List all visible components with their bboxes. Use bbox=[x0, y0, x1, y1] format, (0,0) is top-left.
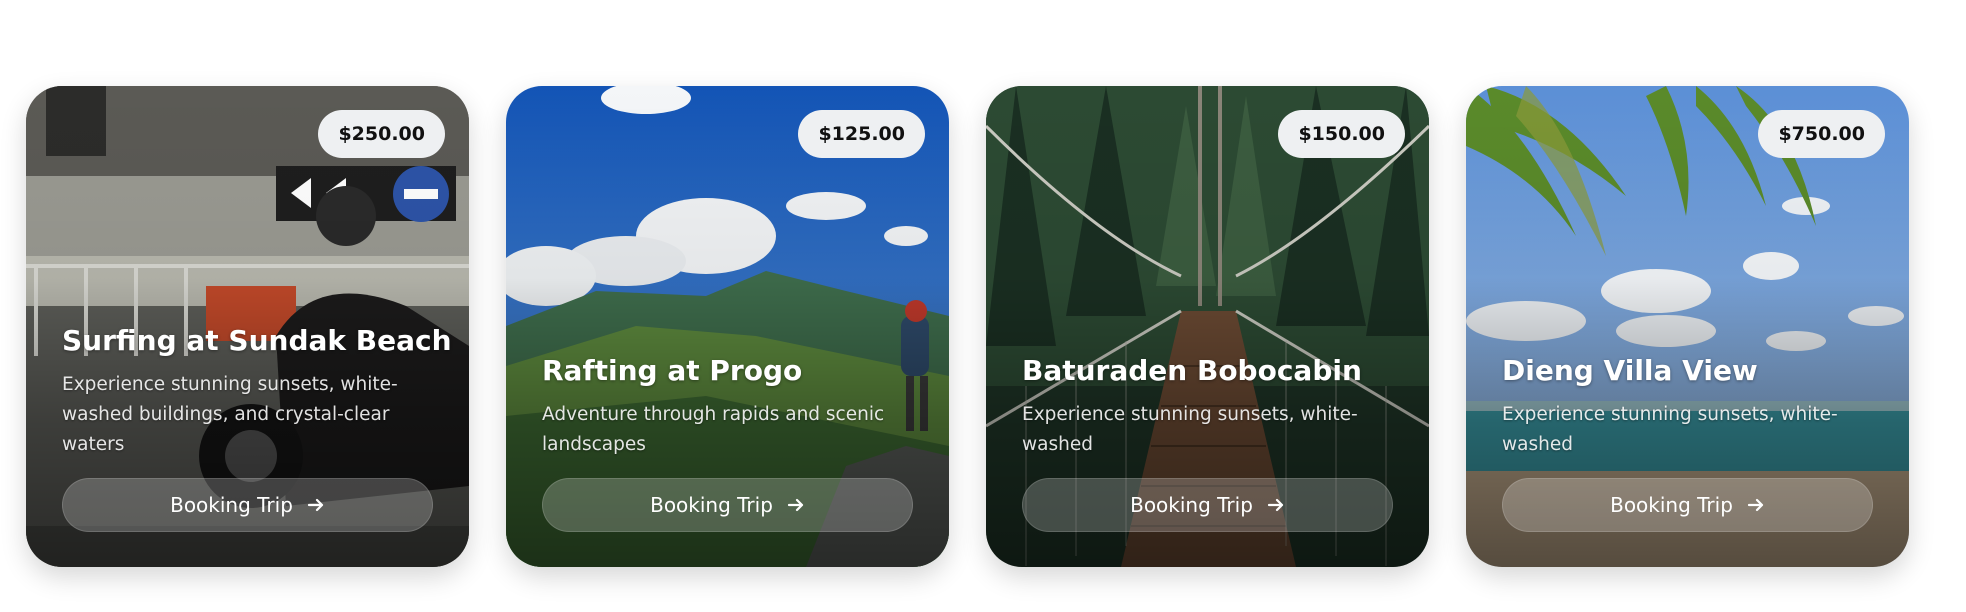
trip-card[interactable]: $125.00 Rafting at Progo Adventure throu… bbox=[506, 86, 949, 567]
price-badge: $150.00 bbox=[1278, 110, 1405, 158]
booking-trip-label: Booking Trip bbox=[1610, 493, 1733, 517]
booking-trip-label: Booking Trip bbox=[170, 493, 293, 517]
trip-title: Baturaden Bobocabin bbox=[1022, 354, 1362, 387]
trip-card[interactable]: $750.00 Dieng Villa View Experience stun… bbox=[1466, 86, 1909, 567]
arrow-right-icon bbox=[1267, 498, 1284, 512]
booking-trip-label: Booking Trip bbox=[1130, 493, 1253, 517]
price-badge: $250.00 bbox=[318, 110, 445, 158]
booking-trip-label: Booking Trip bbox=[650, 493, 773, 517]
price-badge: $125.00 bbox=[798, 110, 925, 158]
trip-description: Experience stunning sunsets, white-washe… bbox=[1502, 404, 1838, 455]
trip-card[interactable]: $250.00 Surfing at Sundak Beach Experien… bbox=[26, 86, 469, 567]
trip-title: Dieng Villa View bbox=[1502, 354, 1758, 387]
booking-trip-button[interactable]: Booking Trip bbox=[1022, 478, 1393, 532]
trip-title: Rafting at Progo bbox=[542, 354, 803, 387]
trip-card-list: $250.00 Surfing at Sundak Beach Experien… bbox=[26, 86, 1909, 567]
trip-description: Adventure through rapids and scenic land… bbox=[542, 404, 885, 455]
price-badge: $750.00 bbox=[1758, 110, 1885, 158]
booking-trip-button[interactable]: Booking Trip bbox=[542, 478, 913, 532]
arrow-right-icon bbox=[787, 498, 804, 512]
trip-card[interactable]: $150.00 Baturaden Bobocabin Experience s… bbox=[986, 86, 1429, 567]
trip-title: Surfing at Sundak Beach bbox=[62, 324, 452, 357]
booking-trip-button[interactable]: Booking Trip bbox=[62, 478, 433, 532]
trip-description: Experience stunning sunsets, white-washe… bbox=[1022, 404, 1358, 455]
trip-description: Experience stunning sunsets, white-washe… bbox=[62, 374, 398, 455]
arrow-right-icon bbox=[1747, 498, 1764, 512]
booking-trip-button[interactable]: Booking Trip bbox=[1502, 478, 1873, 532]
arrow-right-icon bbox=[307, 498, 324, 512]
